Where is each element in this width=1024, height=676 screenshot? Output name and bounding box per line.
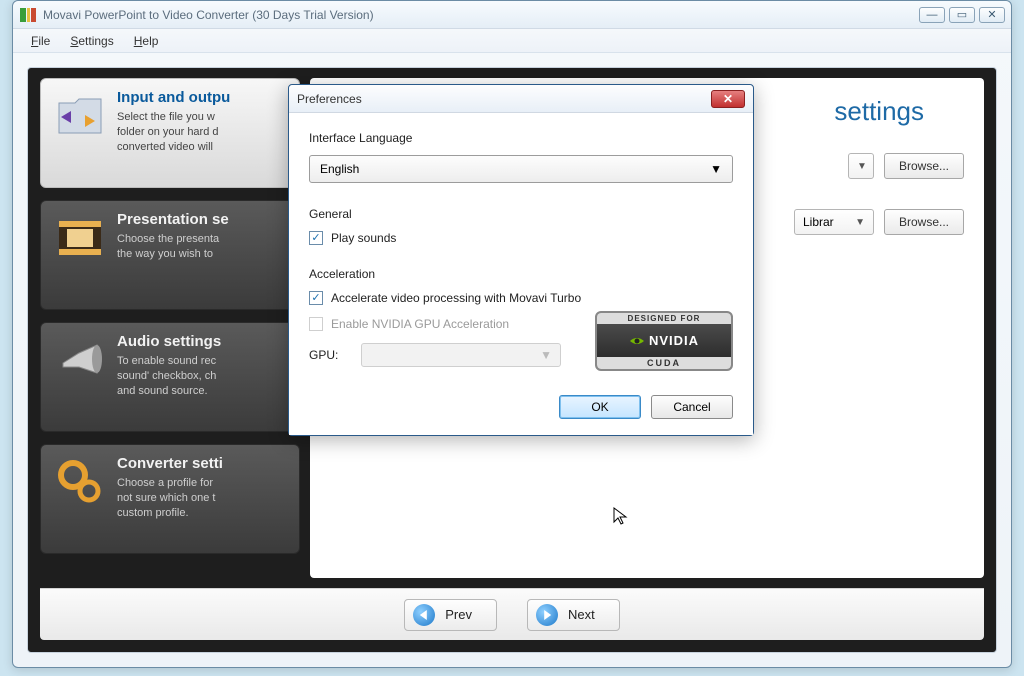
nav-bar: Prev Next: [40, 588, 984, 640]
step-audio[interactable]: Audio settings To enable sound rec sound…: [40, 322, 300, 432]
menu-settings[interactable]: Settings: [62, 32, 121, 50]
arrow-left-icon: [413, 604, 435, 626]
step-converter[interactable]: Converter setti Choose a profile for not…: [40, 444, 300, 554]
dialog-close-button[interactable]: ✕: [711, 90, 745, 108]
step-presentation[interactable]: Presentation se Choose the presenta the …: [40, 200, 300, 310]
step-desc: Choose the presenta the way you wish to: [117, 232, 229, 262]
prev-button[interactable]: Prev: [404, 599, 497, 631]
preferences-dialog: Preferences ✕ Interface Language English…: [288, 84, 754, 436]
dialog-titlebar: Preferences ✕: [289, 85, 753, 113]
nvidia-label: Enable NVIDIA GPU Acceleration: [331, 317, 509, 331]
general-label: General: [309, 207, 733, 221]
play-sounds-checkbox[interactable]: [309, 231, 323, 245]
step-title: Converter setti: [117, 455, 223, 472]
dialog-body: Interface Language English ▼ General Pla…: [289, 113, 753, 435]
next-label: Next: [568, 607, 595, 622]
language-value: English: [320, 162, 359, 176]
output-path-combo[interactable]: Librar ▼: [794, 209, 874, 235]
nvidia-eye-icon: [629, 333, 645, 349]
input-path-combo[interactable]: ▼: [848, 153, 874, 179]
cancel-button[interactable]: Cancel: [651, 395, 733, 419]
menubar: File Settings Help: [13, 29, 1011, 53]
turbo-checkbox[interactable]: [309, 291, 323, 305]
language-label: Interface Language: [309, 131, 733, 145]
gears-icon: [53, 455, 107, 509]
play-sounds-label: Play sounds: [331, 231, 396, 245]
prev-label: Prev: [445, 607, 472, 622]
dialog-title: Preferences: [297, 92, 362, 106]
wizard-steps: Input and outpu Select the file you w fo…: [40, 78, 300, 554]
step-title: Presentation se: [117, 211, 229, 228]
step-title: Audio settings: [117, 333, 221, 350]
turbo-label: Accelerate video processing with Movavi …: [331, 291, 581, 305]
browse-button-2[interactable]: Browse...: [884, 209, 964, 235]
folder-io-icon: [53, 89, 107, 143]
titlebar: Movavi PowerPoint to Video Converter (30…: [13, 1, 1011, 29]
arrow-right-icon: [536, 604, 558, 626]
chevron-down-icon: ▼: [710, 162, 722, 176]
window-controls: — ▭ ✕: [919, 7, 1005, 23]
step-desc: Choose a profile for not sure which one …: [117, 476, 223, 521]
gpu-combo: ▼: [361, 343, 561, 367]
step-input-output[interactable]: Input and outpu Select the file you w fo…: [40, 78, 300, 188]
megaphone-icon: [53, 333, 107, 387]
menu-file[interactable]: File: [23, 32, 58, 50]
close-button[interactable]: ✕: [979, 7, 1005, 23]
step-title: Input and outpu: [117, 89, 230, 106]
gpu-label: GPU:: [309, 348, 347, 362]
step-desc: To enable sound rec sound' checkbox, ch …: [117, 354, 221, 399]
badge-cuda: CUDA: [597, 357, 731, 369]
badge-brand: NVIDIA: [649, 333, 699, 348]
maximize-button[interactable]: ▭: [949, 7, 975, 23]
nvidia-checkbox: [309, 317, 323, 331]
menu-help[interactable]: Help: [126, 32, 167, 50]
next-button[interactable]: Next: [527, 599, 620, 631]
app-icon: [19, 6, 37, 24]
combo-text: Librar: [803, 215, 834, 229]
browse-button-1[interactable]: Browse...: [884, 153, 964, 179]
minimize-button[interactable]: —: [919, 7, 945, 23]
window-title: Movavi PowerPoint to Video Converter (30…: [43, 8, 919, 22]
step-desc: Select the file you w folder on your har…: [117, 110, 230, 155]
ok-button[interactable]: OK: [559, 395, 641, 419]
nvidia-badge: DESIGNED FOR NVIDIA CUDA: [595, 311, 733, 371]
acceleration-label: Acceleration: [309, 267, 733, 281]
filmstrip-icon: [53, 211, 107, 265]
badge-designed: DESIGNED FOR: [597, 313, 731, 324]
language-combo[interactable]: English ▼: [309, 155, 733, 183]
